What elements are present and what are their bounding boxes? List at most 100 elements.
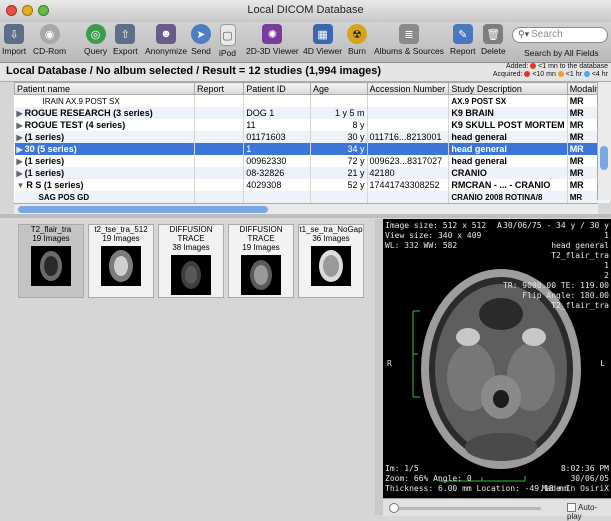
image-slider[interactable] <box>389 503 541 513</box>
table-row[interactable]: ▶ ROGUE RESEARCH (3 series) DOG 11 y 5 m K9… <box>14 107 611 119</box>
cell-desc: head general <box>448 143 568 155</box>
cell-name-text: ROGUE RESEARCH (3 series) <box>24 108 153 118</box>
cell-age <box>310 191 368 203</box>
mri-thumbnail-image <box>311 246 351 286</box>
series-name-label: T2_flair_tra <box>551 251 609 260</box>
anonymize-label: Anonymize <box>145 46 188 56</box>
series-thumbnail[interactable]: DIFFUSION TRACE 19 Images <box>228 224 294 298</box>
cell-acc: 42180 <box>367 167 450 179</box>
thumb-count: 19 Images <box>242 243 280 252</box>
viewer-4d-label: 4D Viewer <box>303 46 343 56</box>
series-thumbnail[interactable]: t1_se_tra_NoGap 36 Images <box>298 224 364 298</box>
disclosure-triangle-open-icon[interactable]: ▼ <box>17 181 25 190</box>
viewer-4d-button[interactable]: ▦ 4D Viewer <box>303 24 342 56</box>
checkbox-icon[interactable] <box>567 503 576 513</box>
orientation-left-label: R <box>387 359 392 368</box>
zoom-angle-label: Zoom: 66% Angle: 0 <box>385 474 472 483</box>
cell-id <box>243 191 311 203</box>
study-table[interactable]: Patient name Report Patient ID Age Acces… <box>14 82 611 203</box>
database-header: Local Database / No album selected / Res… <box>0 63 611 82</box>
table-row[interactable]: ▼ R S (1 series) 4029308 52 y 17441743308252… <box>14 179 611 191</box>
acq-b: <1 hr <box>565 71 582 78</box>
burn-icon: ☢ <box>347 24 367 44</box>
anonymize-button[interactable]: ☻ Anonymize <box>145 24 187 56</box>
col-patient-name[interactable]: Patient name <box>14 82 195 95</box>
series-thumbnail[interactable]: DIFFUSION TRACE 38 Images <box>158 224 224 298</box>
horizontal-scroll-thumb[interactable] <box>18 206 268 213</box>
report-button[interactable]: ✎ Report <box>450 24 476 56</box>
added-dot <box>530 63 537 70</box>
cell-acc: 17441743308252 <box>367 179 450 191</box>
albums-sources-button[interactable]: ≣ Albums & Sources <box>374 24 444 56</box>
cell-name: ▶ (1 series) <box>14 167 195 179</box>
image-viewer[interactable]: Image size: 512 x 512 View size: 340 x 4… <box>383 219 611 498</box>
orientation-top-label: A <box>497 221 502 230</box>
made-in-label: Made In OsiriX <box>541 484 609 493</box>
cell-id: 4029308 <box>243 179 311 191</box>
table-vertical-scrollbar[interactable] <box>597 82 611 200</box>
protocol-label: T2_flair_tra <box>551 301 609 310</box>
delete-label: Delete <box>481 46 506 56</box>
series-thumbnail[interactable]: t2_tse_tra_512 19 Images <box>88 224 154 298</box>
image-slider-knob[interactable] <box>389 503 399 513</box>
cell-acc <box>367 107 450 119</box>
table-row[interactable]: ▶ (1 series) 08-32826 21 y 42180 CRANIO MR <box>14 167 611 179</box>
vertical-scroll-thumb[interactable] <box>600 146 608 170</box>
disclosure-triangle-icon[interactable]: ▶ <box>17 157 23 166</box>
col-patient-id[interactable]: Patient ID <box>243 82 311 95</box>
table-row[interactable]: IRAIN AX.9 POST SX AX.9 POST SX MR <box>14 94 611 107</box>
viewer-splitter[interactable] <box>375 219 383 515</box>
table-row[interactable]: SAG POS GD CRANIO 2008 ROTINA/8 MR <box>14 191 611 203</box>
disclosure-triangle-icon[interactable]: ▶ <box>17 145 23 154</box>
cell-acc <box>367 119 450 131</box>
cell-name: ▼ R S (1 series) <box>14 179 195 191</box>
search-fields-button[interactable]: Search by All Fields <box>524 48 599 58</box>
autoplay-checkbox[interactable]: Auto-play <box>567 503 611 521</box>
thumb-title: DIFFUSION TRACE <box>239 225 283 243</box>
cell-age: 30 y <box>310 131 368 143</box>
date-label: 30/06/05 <box>570 474 609 483</box>
col-age[interactable]: Age <box>309 82 368 95</box>
search-input[interactable]: ⚲▾ Search <box>512 27 608 43</box>
table-row[interactable]: ▶ (1 series) 01171603 30 y 011716...8213001 h… <box>14 131 611 143</box>
table-row-selected[interactable]: ▶ 30 (5 series) 1 34 y head general MR <box>14 143 611 155</box>
image-index-label: Im: 1/5 <box>385 464 419 473</box>
thumb-title: t1_se_tra_NoGap <box>299 225 363 234</box>
cdrom-label: CD-Rom <box>33 46 67 56</box>
ipod-button[interactable]: ▢ iPod <box>219 24 236 58</box>
export-icon: ⇧ <box>115 24 136 44</box>
cell-age: 21 y <box>310 167 368 179</box>
delete-button[interactable]: 🗑 Delete <box>481 24 506 56</box>
orientation-right-label: L <box>600 359 605 368</box>
col-study-desc[interactable]: Study Description <box>448 82 568 95</box>
viewer-2d3d-button[interactable]: ✺ 2D-3D Viewer <box>246 24 299 56</box>
send-button[interactable]: ➤ Send <box>191 24 211 56</box>
col-accession[interactable]: Accession Number <box>366 82 450 95</box>
disclosure-triangle-icon[interactable]: ▶ <box>17 169 23 178</box>
import-button[interactable]: ⇩ Import <box>2 24 26 56</box>
series-thumbnail[interactable]: T2_flair_tra 19 Images <box>18 224 84 298</box>
added-label: Added: <box>506 63 529 70</box>
disclosure-triangle-icon[interactable]: ▶ <box>17 109 23 118</box>
cell-report <box>194 191 245 203</box>
study-id-label: 1 <box>604 231 609 240</box>
search-fields-label: Search by All Fields <box>524 48 599 58</box>
table-row[interactable]: ▶ (1 series) 00962330 72 y 009623...8317027 h… <box>14 155 611 167</box>
disclosure-triangle-icon[interactable]: ▶ <box>17 121 23 130</box>
delete-icon: 🗑 <box>483 24 504 44</box>
table-row[interactable]: ▶ ROGUE TEST (4 series) 11 8 y K9 SKULL POST… <box>14 119 611 131</box>
pane-splitter[interactable] <box>0 214 611 218</box>
col-report[interactable]: Report <box>193 82 245 95</box>
burn-button[interactable]: ☢ Burn <box>347 24 367 56</box>
disclosure-triangle-icon[interactable]: ▶ <box>17 133 23 142</box>
view-size-label: View size: 340 x 409 <box>385 231 482 240</box>
thumb-title: t2_tse_tra_512 <box>94 225 148 234</box>
cell-desc: RMCRAN - ... - CRANIO <box>448 179 568 191</box>
cell-report <box>194 107 245 119</box>
export-button[interactable]: ⇧ Export <box>113 24 138 56</box>
cell-age: 34 y <box>310 143 368 155</box>
tr-te-label: TR: 9000.00 TE: 119.00 <box>503 281 609 290</box>
cdrom-button[interactable]: ◉ CD-Rom <box>33 24 66 56</box>
cell-name: SAG POS GD <box>14 191 195 203</box>
query-button[interactable]: ◎ Query <box>84 24 107 56</box>
